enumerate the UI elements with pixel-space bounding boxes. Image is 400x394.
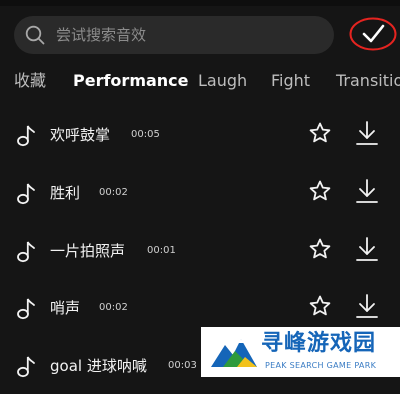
tab-performance[interactable]: Performance: [73, 68, 189, 94]
star-outline-icon[interactable]: [308, 121, 332, 145]
sound-duration: 00:03: [168, 360, 197, 371]
music-note-icon: [17, 356, 35, 378]
star-outline-icon[interactable]: [308, 237, 332, 261]
search-icon: [25, 25, 45, 45]
sound-name: goal 进球呐喊: [50, 357, 147, 375]
confirm-button[interactable]: [349, 17, 397, 51]
music-note-icon: [17, 241, 35, 263]
download-icon[interactable]: [355, 293, 379, 319]
top-strip: [0, 0, 400, 6]
highlight-ring: [349, 17, 397, 51]
watermark-title: 寻峰游戏园: [261, 331, 377, 356]
tab-fight[interactable]: Fight: [271, 68, 310, 94]
search-bar[interactable]: 尝试搜索音效: [14, 16, 334, 54]
sound-name: 胜利: [50, 184, 81, 202]
star-outline-icon[interactable]: [308, 294, 332, 318]
sound-name: 欢呼鼓掌: [50, 126, 111, 144]
music-note-icon: [17, 298, 35, 320]
tab-favorites[interactable]: 收藏: [14, 68, 46, 94]
download-icon[interactable]: [355, 178, 379, 204]
category-tabs: 收藏 Performance Laugh Fight Transition: [0, 68, 400, 94]
download-icon[interactable]: [355, 236, 379, 262]
tab-laugh[interactable]: Laugh: [198, 68, 247, 94]
sound-name: 哨声: [50, 299, 81, 317]
watermark-subtitle: PEAK SEARCH GAME PARK: [265, 361, 377, 370]
sound-duration: 00:01: [147, 245, 176, 256]
sound-row[interactable]: 胜利 00:02: [0, 165, 400, 221]
sound-row[interactable]: 一片拍照声 00:01: [0, 223, 400, 279]
tab-transition[interactable]: Transition: [336, 68, 400, 94]
search-placeholder[interactable]: 尝试搜索音效: [56, 25, 146, 45]
mountain-logo-icon: [211, 339, 257, 367]
checkmark-icon: [362, 24, 385, 43]
sound-duration: 00:02: [99, 302, 128, 313]
download-icon[interactable]: [355, 120, 379, 146]
watermark: 寻峰游戏园 PEAK SEARCH GAME PARK: [201, 327, 400, 377]
sound-row[interactable]: 欢呼鼓掌 00:05: [0, 107, 400, 163]
star-outline-icon[interactable]: [308, 179, 332, 203]
music-note-icon: [17, 183, 35, 205]
sound-duration: 00:02: [99, 187, 128, 198]
sound-duration: 00:05: [131, 129, 160, 140]
sound-name: 一片拍照声: [50, 242, 126, 260]
music-note-icon: [17, 125, 35, 147]
